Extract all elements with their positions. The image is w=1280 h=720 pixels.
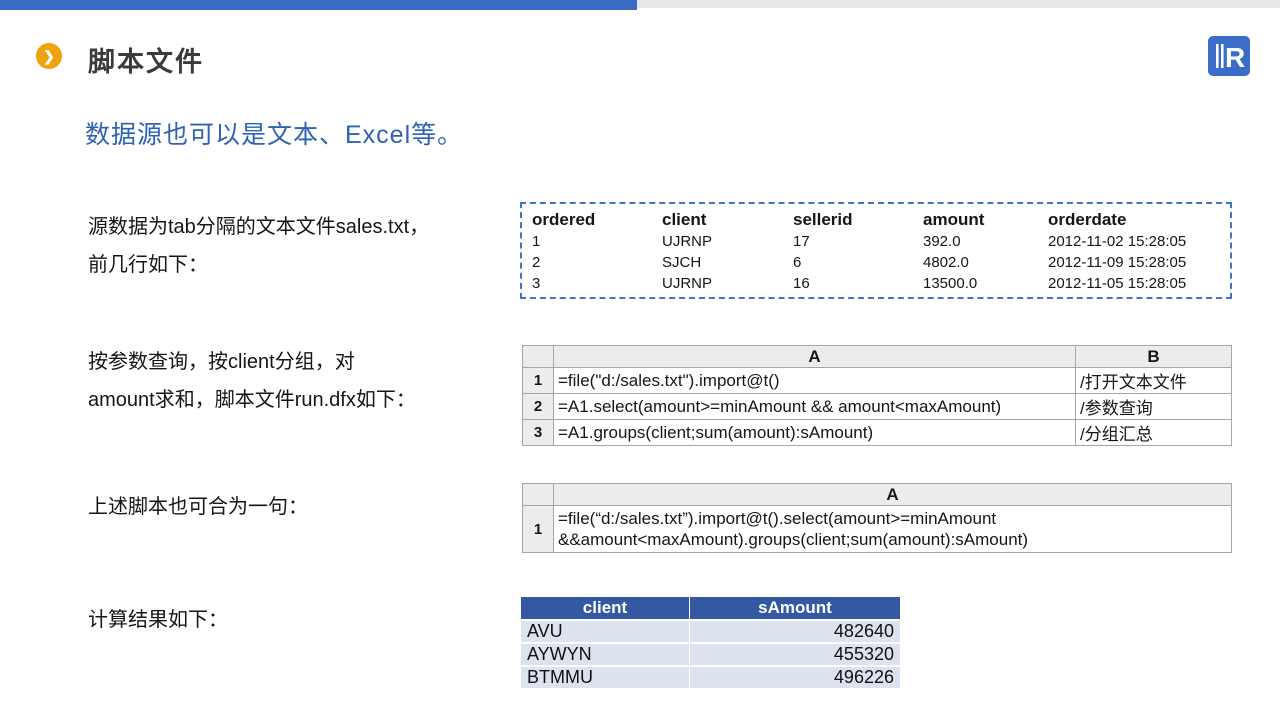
- cell: 17: [793, 233, 810, 250]
- slide-subtitle: 数据源也可以是文本、Excel等。: [85, 121, 464, 149]
- sales-txt-preview-box: ordered client sellerid amount orderdate…: [520, 202, 1232, 299]
- client-cell: AVU: [521, 621, 689, 642]
- spreadsheet-header-row: A B: [522, 345, 1232, 368]
- paragraph-oneliner: 上述脚本也可合为一句：: [88, 488, 528, 526]
- paragraph-query-group: 按参数查询，按client分组，对 amount求和，脚本文件run.dfx如下…: [88, 343, 528, 419]
- paragraph-line: amount求和，脚本文件run.dfx如下：: [88, 389, 416, 411]
- column-header: client: [521, 597, 689, 619]
- page-title: 脚本文件: [88, 47, 204, 77]
- spreadsheet-header-row: A: [522, 483, 1232, 506]
- paragraph-line: 前几行如下：: [88, 254, 208, 276]
- column-header: orderdate: [1048, 210, 1127, 229]
- paragraph-line: 按参数查询，按client分组，对: [88, 351, 355, 373]
- logo-letter: R: [1225, 42, 1245, 73]
- formula-line: =file(“d:/sales.txt”).import@t().select(…: [558, 509, 997, 528]
- cell: UJRNP: [662, 275, 713, 292]
- sales-header-row: ordered client sellerid amount orderdate: [522, 207, 1230, 231]
- row-number: 3: [522, 419, 554, 446]
- column-header: client: [662, 210, 707, 229]
- paragraph-line: 上述脚本也可合为一句：: [88, 496, 308, 518]
- cell: 4802.0: [923, 254, 969, 271]
- amount-cell: 496226: [690, 667, 900, 688]
- cell: UJRNP: [662, 233, 713, 250]
- client-cell: AYWYN: [521, 644, 689, 665]
- comment-cell: /参数查询: [1075, 393, 1232, 420]
- table-row: 2 =A1.select(amount>=minAmount && amount…: [522, 393, 1232, 420]
- cell: 2012-11-09 15:28:05: [1048, 254, 1187, 271]
- oneliner-spreadsheet-table: A 1 =file(“d:/sales.txt”).import@t().sel…: [522, 483, 1232, 553]
- row-number: 1: [522, 505, 554, 553]
- column-header: amount: [923, 210, 985, 229]
- cell: 392.0: [923, 233, 961, 250]
- cell: SJCH: [662, 254, 702, 271]
- cell: 16: [793, 275, 810, 292]
- cell: 3: [532, 275, 541, 292]
- amount-cell: 455320: [690, 644, 900, 665]
- column-header-a: A: [553, 345, 1076, 368]
- formula-cell: =A1.select(amount>=minAmount && amount<m…: [553, 393, 1076, 420]
- comment-cell: /打开文本文件: [1075, 367, 1232, 394]
- cell: 6: [793, 254, 802, 271]
- sales-preview-table: ordered client sellerid amount orderdate…: [522, 207, 1230, 294]
- table-row: 1 =file("d:/sales.txt").import@t() /打开文本…: [522, 367, 1232, 394]
- top-gray-bar: [637, 0, 1280, 8]
- corner-cell: [522, 483, 554, 506]
- row-number: 2: [522, 393, 554, 420]
- formula-line: &&amount<maxAmount).groups(client;sum(am…: [558, 530, 1029, 549]
- cell: 1: [532, 233, 541, 250]
- paragraph-result: 计算结果如下：: [88, 601, 528, 639]
- script-spreadsheet-table: A B 1 =file("d:/sales.txt").import@t() /…: [522, 345, 1232, 446]
- corner-cell: [522, 345, 554, 368]
- table-row: 3 =A1.groups(client;sum(amount):sAmount)…: [522, 419, 1232, 446]
- table-row: 3 UJRNP 16 13500.0 2012-11-05 15:28:05: [522, 273, 1230, 294]
- result-header-row: client sAmount: [521, 597, 900, 619]
- paragraph-line: 源数据为tab分隔的文本文件sales.txt，: [88, 216, 430, 238]
- formula-cell: =file("d:/sales.txt").import@t(): [553, 367, 1076, 394]
- chevron-right-icon: ❯: [43, 48, 55, 64]
- formula-cell: =file(“d:/sales.txt”).import@t().select(…: [553, 505, 1232, 553]
- column-header: sAmount: [690, 597, 900, 619]
- table-row: BTMMU 496226: [521, 667, 900, 688]
- cell: 2012-11-02 15:28:05: [1048, 233, 1187, 250]
- raqsoft-logo-icon: R: [1208, 36, 1250, 76]
- column-header-a: A: [553, 483, 1232, 506]
- table-row: AVU 482640: [521, 621, 900, 642]
- amount-cell: 482640: [690, 621, 900, 642]
- table-row: 2 SJCH 6 4802.0 2012-11-09 15:28:05: [522, 252, 1230, 273]
- table-row: 1 UJRNP 17 392.0 2012-11-02 15:28:05: [522, 231, 1230, 252]
- result-table: client sAmount AVU 482640 AYWYN 455320 B…: [520, 595, 901, 690]
- comment-cell: /分组汇总: [1075, 419, 1232, 446]
- table-row: AYWYN 455320: [521, 644, 900, 665]
- column-header: ordered: [532, 210, 596, 229]
- formula-cell: =A1.groups(client;sum(amount):sAmount): [553, 419, 1076, 446]
- cell: 13500.0: [923, 275, 978, 292]
- cell: 2: [532, 254, 541, 271]
- arrow-bullet-icon: ❯: [36, 43, 62, 69]
- column-header-b: B: [1075, 345, 1232, 368]
- top-accent-bar: [0, 0, 637, 10]
- paragraph-line: 计算结果如下：: [88, 609, 228, 631]
- client-cell: BTMMU: [521, 667, 689, 688]
- paragraph-source-data: 源数据为tab分隔的文本文件sales.txt， 前几行如下：: [88, 208, 528, 284]
- row-number: 1: [522, 367, 554, 394]
- table-row: 1 =file(“d:/sales.txt”).import@t().selec…: [522, 505, 1232, 553]
- column-header: sellerid: [793, 210, 853, 229]
- cell: 2012-11-05 15:28:05: [1048, 275, 1187, 292]
